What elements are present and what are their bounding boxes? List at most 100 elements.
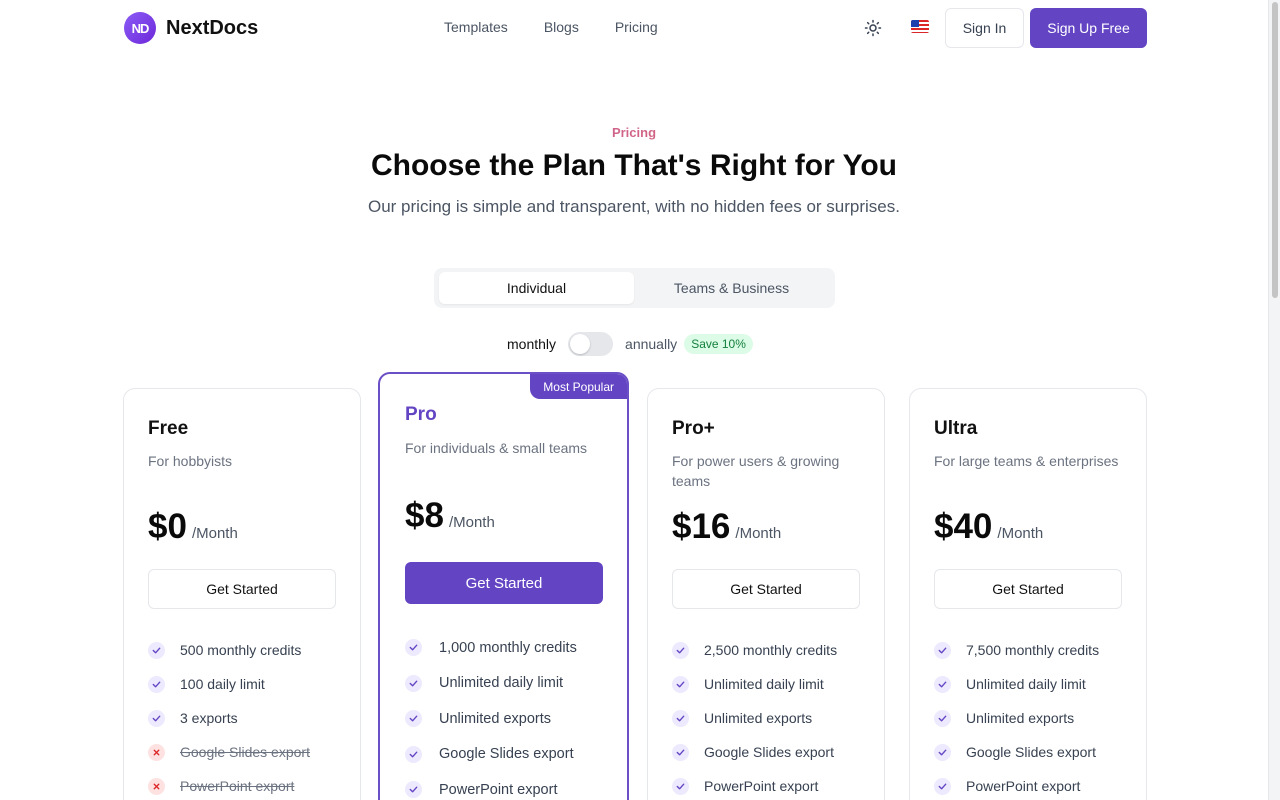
x-circle-icon: [148, 777, 165, 795]
feature-item-excluded: PowerPoint export: [148, 769, 310, 800]
feature-item: Google Slides export: [672, 735, 837, 769]
most-popular-badge: Most Popular: [530, 374, 627, 399]
plan-description: For large teams & enterprises: [934, 453, 1119, 469]
feature-list: 2,500 monthly credits Unlimited daily li…: [672, 633, 837, 800]
billing-period-toggle[interactable]: [568, 332, 614, 356]
brand-logo[interactable]: ND NextDocs: [124, 12, 258, 44]
feature-item: Unlimited exports: [934, 701, 1099, 735]
check-circle-icon: [405, 781, 422, 799]
feature-text: PowerPoint export: [439, 781, 558, 798]
feature-item: 7,500 monthly credits: [934, 633, 1099, 667]
feature-item-excluded: Google Slides export: [148, 735, 310, 769]
check-circle-icon: [148, 675, 165, 693]
price-period: /Month: [735, 525, 782, 542]
sign-in-button[interactable]: Sign In: [945, 8, 1024, 48]
nav-templates[interactable]: Templates: [444, 19, 508, 35]
feature-item: 1,000 monthly credits: [405, 630, 577, 666]
feature-text: 500 monthly credits: [180, 642, 302, 658]
check-circle-icon: [405, 745, 422, 763]
price-period: /Month: [191, 525, 238, 542]
plan-name: Free: [148, 418, 189, 439]
plan-price: $0: [148, 507, 187, 546]
monthly-label: monthly: [507, 336, 557, 352]
price-row: $8 /Month: [405, 496, 495, 536]
feature-text: Google Slides export: [966, 744, 1096, 760]
check-circle-icon: [405, 710, 422, 728]
plan-name: Ultra: [934, 418, 978, 439]
price-row: $16 /Month: [672, 507, 781, 547]
section-eyebrow: Pricing: [0, 125, 1268, 140]
feature-text: PowerPoint export: [704, 778, 819, 794]
us-flag-icon[interactable]: [911, 20, 929, 33]
feature-text: Google Slides export: [439, 746, 574, 763]
feature-item: PowerPoint export: [405, 772, 577, 800]
feature-text: Unlimited exports: [439, 710, 552, 727]
plan-card-free: Free For hobbyists $0 /Month Get Started…: [123, 388, 361, 800]
tab-individual[interactable]: Individual: [439, 272, 634, 304]
get-started-button[interactable]: Get Started: [934, 569, 1122, 609]
check-circle-icon: [934, 743, 951, 761]
feature-item: Unlimited exports: [672, 701, 837, 735]
feature-text: Unlimited exports: [704, 710, 813, 726]
price-period: /Month: [997, 525, 1044, 542]
plan-card-pro: Most Popular Pro For individuals & small…: [378, 372, 629, 800]
plan-price: $40: [934, 507, 993, 546]
plan-description: For power users & growing teams: [672, 453, 840, 489]
feature-text: Unlimited daily limit: [439, 675, 564, 692]
check-circle-icon: [672, 641, 689, 659]
feature-text: PowerPoint export: [180, 778, 295, 794]
feature-text: Google Slides export: [704, 744, 834, 760]
feature-item: PowerPoint export: [934, 769, 1099, 800]
plan-card-pro-plus: Pro+ For power users & growing teams $16…: [647, 388, 885, 800]
logo-mark-icon: ND: [124, 12, 156, 44]
site-header: ND NextDocs Templates Blogs Pricing Sign…: [0, 0, 1268, 56]
feature-list: 7,500 monthly credits Unlimited daily li…: [934, 633, 1099, 800]
x-circle-icon: [148, 743, 165, 761]
get-started-button[interactable]: Get Started: [672, 569, 860, 609]
feature-text: 100 daily limit: [180, 676, 265, 692]
check-circle-icon: [148, 709, 165, 727]
check-circle-icon: [934, 641, 951, 659]
check-circle-icon: [672, 777, 689, 795]
check-circle-icon: [148, 641, 165, 659]
price-row: $40 /Month: [934, 507, 1043, 547]
check-circle-icon: [405, 674, 422, 692]
sun-icon[interactable]: [864, 19, 882, 37]
nav-blogs[interactable]: Blogs: [544, 19, 579, 35]
feature-text: Unlimited daily limit: [966, 676, 1086, 692]
sign-up-button[interactable]: Sign Up Free: [1030, 8, 1147, 48]
feature-text: 1,000 monthly credits: [439, 639, 577, 656]
feature-item: Unlimited exports: [405, 701, 577, 737]
plan-card-ultra: Ultra For large teams & enterprises $40 …: [909, 388, 1147, 800]
save-badge: Save 10%: [684, 334, 753, 354]
get-started-button[interactable]: Get Started: [405, 562, 603, 604]
feature-item: 500 monthly credits: [148, 633, 310, 667]
toggle-knob: [570, 334, 591, 354]
check-circle-icon: [934, 709, 951, 727]
billing-toggle-row: monthly annually Save 10%: [507, 332, 753, 356]
feature-list: 1,000 monthly credits Unlimited daily li…: [405, 630, 577, 800]
plan-name: Pro: [405, 404, 437, 425]
check-circle-icon: [672, 709, 689, 727]
plan-price: $16: [672, 507, 731, 546]
scrollbar-thumb[interactable]: [1272, 2, 1278, 298]
feature-item: PowerPoint export: [672, 769, 837, 800]
page-title: Choose the Plan That's Right for You: [370, 149, 898, 182]
feature-item: Google Slides export: [405, 737, 577, 773]
feature-item: Google Slides export: [934, 735, 1099, 769]
check-circle-icon: [405, 639, 422, 657]
feature-item: Unlimited daily limit: [672, 667, 837, 701]
nav-pricing[interactable]: Pricing: [615, 19, 658, 35]
check-circle-icon: [672, 675, 689, 693]
feature-text: Google Slides export: [180, 744, 310, 760]
page-scrollbar[interactable]: [1268, 0, 1280, 800]
get-started-button[interactable]: Get Started: [148, 569, 336, 609]
price-period: /Month: [448, 514, 495, 531]
plan-description: For individuals & small teams: [405, 440, 588, 456]
feature-text: PowerPoint export: [966, 778, 1081, 794]
brand-name: NextDocs: [166, 16, 259, 39]
feature-text: Unlimited exports: [966, 710, 1075, 726]
check-circle-icon: [934, 777, 951, 795]
tab-teams-business[interactable]: Teams & Business: [634, 272, 829, 304]
feature-list: 500 monthly credits 100 daily limit 3 ex…: [148, 633, 310, 800]
